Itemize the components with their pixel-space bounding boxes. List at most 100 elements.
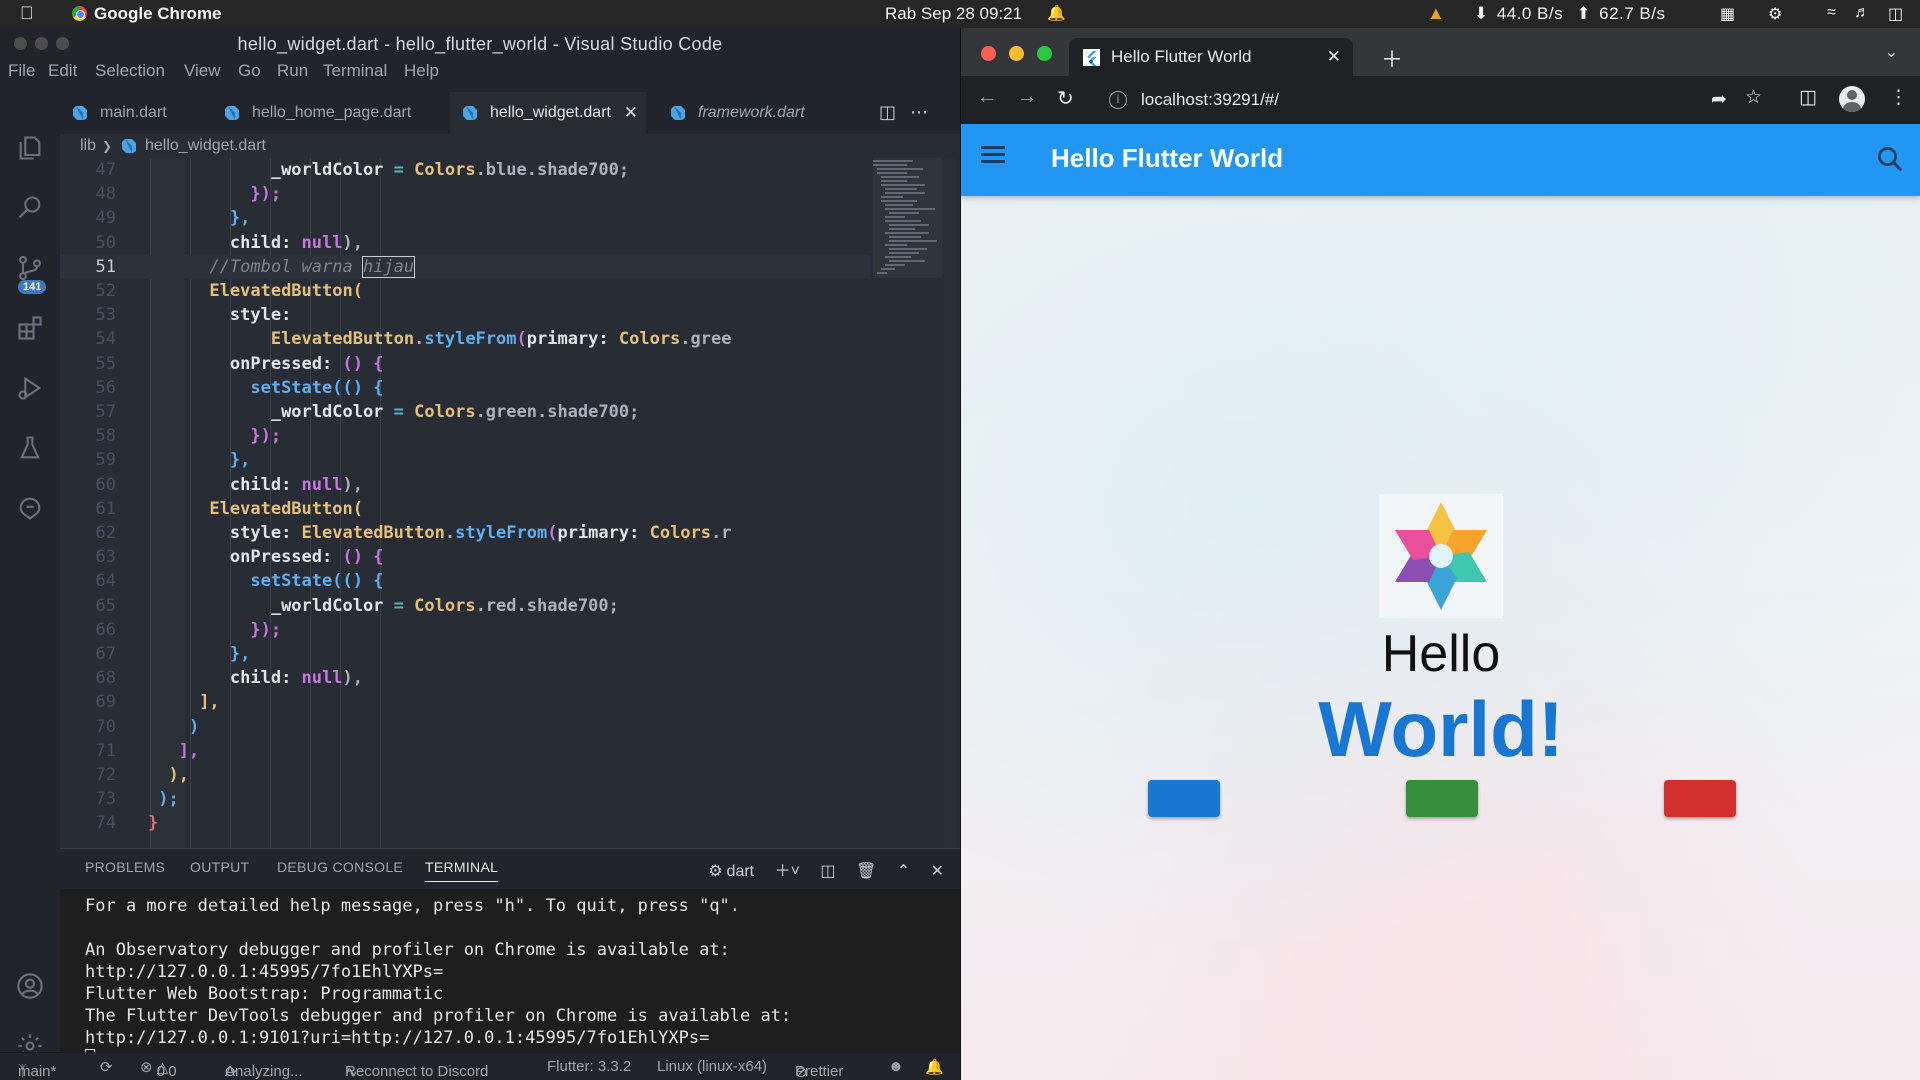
control-center-icon[interactable]: ◫ xyxy=(1888,4,1903,24)
tab-search-chevron-icon[interactable]: ⌄ xyxy=(1885,42,1898,62)
menu-help[interactable]: Help xyxy=(404,61,439,81)
code-line[interactable]: 66 }); xyxy=(60,618,870,642)
breadcrumb-file[interactable]: hello_widget.dart xyxy=(145,134,266,158)
menu-go[interactable]: Go xyxy=(238,61,261,81)
chrome-minimize-light[interactable] xyxy=(1009,46,1024,61)
search-icon[interactable] xyxy=(1875,144,1905,174)
code-line[interactable]: 48 }); xyxy=(60,182,870,206)
feedback-icon[interactable]: ☻ xyxy=(888,1058,904,1075)
tab-framework-dart[interactable]: framework.dart xyxy=(658,92,828,134)
menubar-datetime[interactable]: Rab Sep 28 09:21 xyxy=(885,4,1022,24)
trash-icon[interactable]: 🗑 xyxy=(856,863,876,880)
chrome-close-light[interactable] xyxy=(981,46,996,61)
breadcrumb-folder[interactable]: lib xyxy=(80,134,96,158)
bookmark-star-icon[interactable]: ☆ xyxy=(1745,86,1762,109)
menu-run[interactable]: Run xyxy=(277,61,308,81)
panel-tab-problems[interactable]: PROBLEMS xyxy=(85,859,165,875)
panel-tab-debug-console[interactable]: DEBUG CONSOLE xyxy=(277,859,403,875)
code-line[interactable]: 70 ) xyxy=(60,715,870,739)
hamburger-menu-icon[interactable] xyxy=(981,146,1005,164)
sync-icon[interactable]: ⟳ xyxy=(100,1058,113,1076)
tab-close-icon[interactable]: ✕ xyxy=(624,92,638,134)
menu-file[interactable]: File xyxy=(8,61,35,81)
notifications-bell-icon[interactable]: 🔔 xyxy=(925,1058,944,1076)
code-line[interactable]: 67 }, xyxy=(60,642,870,666)
reload-icon[interactable]: ↻ xyxy=(1057,86,1074,111)
code-line[interactable]: 74} xyxy=(60,811,870,835)
tab-close-icon[interactable]: ✕ xyxy=(1327,38,1341,76)
accounts-icon[interactable] xyxy=(0,962,60,1010)
bell-icon[interactable]: 🔔 xyxy=(1047,4,1066,22)
new-terminal-icon[interactable]: ＋˅ xyxy=(775,863,800,880)
share-icon[interactable]: ➦ xyxy=(1711,88,1727,111)
flutter-version[interactable]: Flutter: 3.3.2 xyxy=(547,1058,631,1075)
code-line[interactable]: 71 ], xyxy=(60,739,870,763)
maximize-panel-icon[interactable]: ⌃ xyxy=(897,863,910,880)
code-line[interactable]: 62 style: ElevatedButton.styleFrom(prima… xyxy=(60,521,870,545)
panel-tab-terminal[interactable]: TERMINAL xyxy=(425,859,499,882)
menu-terminal[interactable]: Terminal xyxy=(323,61,387,81)
problems-status[interactable]: ⊗ 0 △ 0 xyxy=(140,1058,177,1080)
minimap[interactable] xyxy=(873,158,953,298)
side-panel-icon[interactable]: ◫ xyxy=(1799,86,1817,109)
remote-explorer-icon[interactable] xyxy=(0,484,60,532)
code-line[interactable]: 53 style: xyxy=(60,303,870,327)
flag-icon[interactable]: ▦ xyxy=(1720,4,1735,24)
code-line[interactable]: 52 ElevatedButton( xyxy=(60,279,870,303)
split-terminal-icon[interactable]: ◫ xyxy=(820,863,835,880)
browser-tab[interactable]: Hello Flutter World ✕ xyxy=(1069,38,1353,76)
source-control-icon[interactable]: 141 xyxy=(0,244,60,294)
editor-scrollbar[interactable] xyxy=(942,158,956,848)
menu-selection[interactable]: Selection xyxy=(95,61,165,81)
chrome-zoom-light[interactable] xyxy=(1037,46,1052,61)
code-line[interactable]: 65 _worldColor = Colors.red.shade700; xyxy=(60,594,870,618)
search-icon[interactable] xyxy=(0,184,60,232)
extensions-icon[interactable] xyxy=(0,304,60,352)
menu-view[interactable]: View xyxy=(184,61,221,81)
address-bar[interactable]: i localhost:39291/#/ xyxy=(1095,82,1723,118)
menu-edit[interactable]: Edit xyxy=(48,61,77,81)
code-line[interactable]: 73 ); xyxy=(60,787,870,811)
volume-icon[interactable]: ♬ xyxy=(1854,4,1870,22)
terminal-shell-name[interactable]: dart xyxy=(727,863,755,880)
code-line[interactable]: 49 }, xyxy=(60,206,870,230)
green-color-button[interactable] xyxy=(1406,780,1478,817)
testing-flask-icon[interactable] xyxy=(0,424,60,472)
apple-icon[interactable]:  xyxy=(20,3,34,24)
terminal-output[interactable]: For a more detailed help message, press … xyxy=(60,889,960,1079)
tab-main-dart[interactable]: main.dart xyxy=(60,92,210,134)
code-line[interactable]: 50 child: null), xyxy=(60,231,870,255)
split-editor-icon[interactable]: ◫ xyxy=(879,102,910,122)
code-line[interactable]: 61 ElevatedButton( xyxy=(60,497,870,521)
code-line[interactable]: 60 child: null), xyxy=(60,473,870,497)
new-tab-plus-icon[interactable]: ＋ xyxy=(1381,42,1403,74)
more-actions-icon[interactable]: ⋯ xyxy=(910,102,942,122)
explorer-icon[interactable] xyxy=(0,124,60,172)
tab-hello-widget-dart[interactable]: hello_widget.dart ✕ xyxy=(450,92,646,134)
forward-arrow-icon[interactable]: → xyxy=(1017,86,1037,109)
panel-tab-output[interactable]: OUTPUT xyxy=(190,859,249,875)
code-line[interactable]: 51 //Tombol warna hijau xyxy=(60,254,870,279)
code-editor[interactable]: 47 _worldColor = Colors.blue.shade700; 48… xyxy=(60,158,960,848)
code-line[interactable]: 63 onPressed: () { xyxy=(60,545,870,569)
code-line[interactable]: 54 ElevatedButton.styleFrom(primary: Col… xyxy=(60,327,870,351)
back-arrow-icon[interactable]: ← xyxy=(977,86,997,109)
code-line[interactable]: 68 child: null), xyxy=(60,666,870,690)
warning-icon[interactable]: ▲ xyxy=(1427,3,1445,24)
device-selector[interactable]: Linux (linux-x64) xyxy=(657,1058,767,1075)
run-debug-icon[interactable] xyxy=(0,364,60,412)
code-line[interactable]: 57 _worldColor = Colors.green.shade700; xyxy=(60,400,870,424)
code-line[interactable]: 55 onPressed: () { xyxy=(60,352,870,376)
blue-color-button[interactable] xyxy=(1148,780,1220,817)
site-info-icon[interactable]: i xyxy=(1109,91,1127,109)
code-line[interactable]: 59 }, xyxy=(60,448,870,472)
code-line[interactable]: 64 setState(() { xyxy=(60,569,870,593)
code-line[interactable]: 69 ], xyxy=(60,690,870,714)
gear-icon[interactable]: ⚙ xyxy=(1768,4,1782,24)
code-line[interactable]: 72 ), xyxy=(60,763,870,787)
code-line[interactable]: 47 _worldColor = Colors.blue.shade700; xyxy=(60,158,870,182)
code-line[interactable]: 58 }); xyxy=(60,424,870,448)
profile-avatar-icon[interactable] xyxy=(1839,86,1865,112)
chrome-menu-icon[interactable]: ⋮ xyxy=(1889,86,1908,109)
red-color-button[interactable] xyxy=(1664,780,1736,817)
